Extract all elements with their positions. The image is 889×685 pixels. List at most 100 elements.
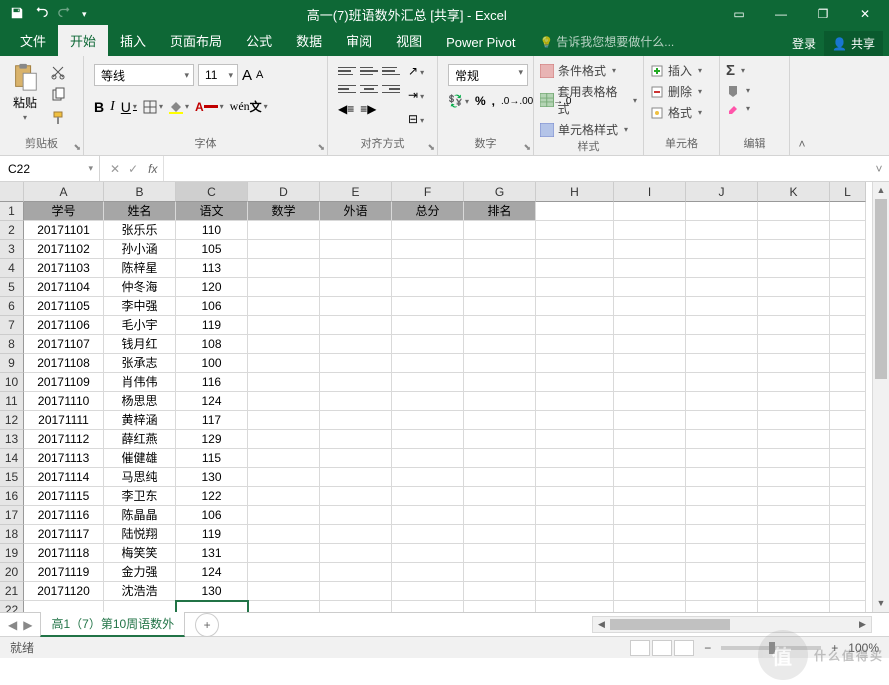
scroll-thumb[interactable]	[875, 199, 887, 379]
cell[interactable]: 20171115	[24, 487, 104, 506]
align-launcher-icon[interactable]: ⬊	[427, 142, 435, 153]
cell[interactable]	[464, 582, 536, 601]
cell[interactable]	[248, 544, 320, 563]
cell[interactable]: 117	[176, 411, 248, 430]
cell[interactable]	[614, 392, 686, 411]
page-break-view-icon[interactable]	[674, 640, 694, 656]
tell-me[interactable]: 💡 告诉我您想要做什么...	[528, 27, 687, 56]
cell[interactable]	[536, 259, 614, 278]
cell[interactable]	[392, 240, 464, 259]
conditional-format-button[interactable]: 条件格式	[540, 62, 637, 79]
row-header-20[interactable]: 20	[0, 563, 24, 582]
cell[interactable]	[758, 525, 830, 544]
bold-button[interactable]: B	[94, 99, 104, 115]
cell[interactable]	[686, 297, 758, 316]
cell[interactable]: 119	[176, 525, 248, 544]
cell[interactable]	[686, 544, 758, 563]
cell[interactable]: 20171107	[24, 335, 104, 354]
fx-icon[interactable]: fx	[148, 162, 163, 176]
cell[interactable]	[320, 525, 392, 544]
cell[interactable]	[464, 297, 536, 316]
scroll-left-icon[interactable]: ◀	[593, 617, 610, 632]
cell[interactable]: 薛红燕	[104, 430, 176, 449]
zoom-in-icon[interactable]: +	[831, 641, 838, 655]
cell[interactable]: 肖伟伟	[104, 373, 176, 392]
cell[interactable]	[248, 297, 320, 316]
cell[interactable]	[614, 582, 686, 601]
cell[interactable]	[614, 240, 686, 259]
row-header-18[interactable]: 18	[0, 525, 24, 544]
cell[interactable]	[536, 430, 614, 449]
cell[interactable]	[392, 601, 464, 612]
cell[interactable]	[830, 468, 866, 487]
cell[interactable]: 马思纯	[104, 468, 176, 487]
row-header-5[interactable]: 5	[0, 278, 24, 297]
formula-bar[interactable]	[163, 156, 869, 181]
cell[interactable]: 学号	[24, 202, 104, 221]
decrease-font-icon[interactable]: A	[256, 69, 263, 81]
cell[interactable]	[320, 373, 392, 392]
cell[interactable]	[248, 582, 320, 601]
cell[interactable]: 100	[176, 354, 248, 373]
cell[interactable]	[464, 259, 536, 278]
cell[interactable]: 张承志	[104, 354, 176, 373]
worksheet-grid[interactable]: ABCDEFGHIJKL1学号姓名语文数学外语总分排名220171101张乐乐1…	[0, 182, 889, 612]
cell[interactable]	[536, 468, 614, 487]
cell[interactable]	[536, 525, 614, 544]
cell[interactable]	[392, 278, 464, 297]
cell[interactable]	[320, 468, 392, 487]
merge-icon[interactable]: ⊟	[408, 112, 424, 126]
cell[interactable]	[392, 316, 464, 335]
increase-indent-icon[interactable]: ≡▶	[360, 102, 376, 116]
cell[interactable]	[830, 563, 866, 582]
zoom-out-icon[interactable]: −	[704, 641, 711, 655]
scroll-down-icon[interactable]: ▼	[873, 595, 889, 612]
font-color-button[interactable]: A	[195, 100, 224, 114]
cell[interactable]	[392, 373, 464, 392]
cell[interactable]	[614, 278, 686, 297]
undo-icon[interactable]	[34, 6, 48, 23]
cell[interactable]	[248, 411, 320, 430]
tab-view[interactable]: 视图	[384, 25, 434, 56]
col-header-G[interactable]: G	[464, 182, 536, 202]
row-header-8[interactable]: 8	[0, 335, 24, 354]
cell[interactable]	[614, 221, 686, 240]
format-as-table-button[interactable]: 套用表格格式	[540, 83, 637, 117]
row-header-17[interactable]: 17	[0, 506, 24, 525]
cell[interactable]	[536, 563, 614, 582]
clear-button[interactable]	[726, 101, 783, 115]
cell[interactable]: 陈梓星	[104, 259, 176, 278]
cell[interactable]	[614, 506, 686, 525]
select-all-corner[interactable]	[0, 182, 24, 202]
expand-formula-bar-icon[interactable]: ˅	[869, 162, 889, 176]
italic-button[interactable]: I	[110, 99, 115, 115]
row-header-3[interactable]: 3	[0, 240, 24, 259]
tab-powerpivot[interactable]: Power Pivot	[434, 29, 527, 56]
name-box[interactable]: C22	[0, 156, 100, 181]
cell[interactable]	[320, 449, 392, 468]
cell[interactable]	[758, 449, 830, 468]
add-sheet-button[interactable]: +	[195, 613, 219, 637]
cell[interactable]	[614, 544, 686, 563]
align-top-icon[interactable]	[338, 64, 356, 78]
cell[interactable]	[464, 449, 536, 468]
cell[interactable]	[758, 468, 830, 487]
cell[interactable]	[758, 278, 830, 297]
cell[interactable]	[248, 392, 320, 411]
cell[interactable]	[464, 487, 536, 506]
number-format-select[interactable]: 常规	[448, 64, 528, 86]
cell[interactable]	[392, 582, 464, 601]
horizontal-scrollbar[interactable]: ◀ ▶	[592, 616, 872, 633]
cell[interactable]: 120	[176, 278, 248, 297]
cell[interactable]	[758, 411, 830, 430]
tab-formulas[interactable]: 公式	[234, 25, 284, 56]
cell[interactable]	[248, 335, 320, 354]
cell[interactable]: 仲冬海	[104, 278, 176, 297]
row-header-7[interactable]: 7	[0, 316, 24, 335]
cell[interactable]: 106	[176, 297, 248, 316]
cell[interactable]	[392, 468, 464, 487]
cell[interactable]	[614, 601, 686, 612]
cell[interactable]	[686, 278, 758, 297]
cell[interactable]	[464, 335, 536, 354]
cell[interactable]: 数学	[248, 202, 320, 221]
